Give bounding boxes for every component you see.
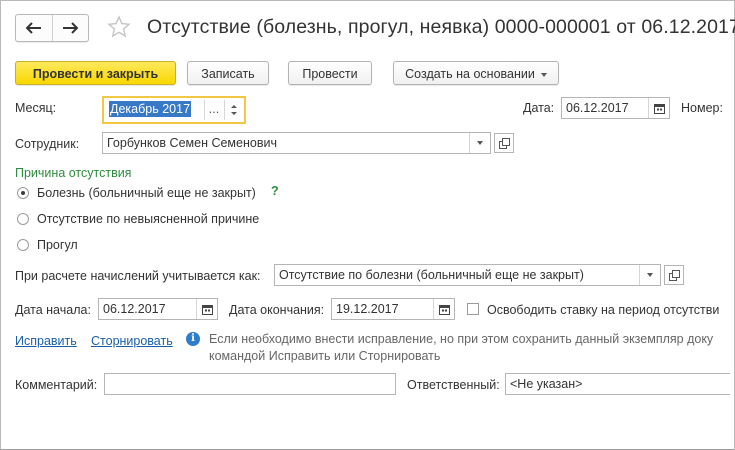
arrow-right-icon (63, 22, 79, 34)
end-date-value: 19.12.2017 (336, 302, 399, 316)
comment-label: Комментарий: (15, 378, 98, 392)
accrual-dropdown-button[interactable] (639, 265, 660, 285)
month-spinner[interactable] (224, 100, 243, 120)
post-and-close-button[interactable]: Провести и закрыть (15, 61, 176, 85)
month-field[interactable]: Декабрь 2017 ... (102, 96, 246, 124)
document-title: Отсутствие (болезнь, прогул, неявка) 000… (147, 16, 735, 38)
info-text-line1: Если необходимо внести исправление, но п… (209, 332, 714, 346)
month-value: Декабрь 2017 (109, 101, 192, 117)
accrual-value: Отсутствие по болезни (больничный еще не… (279, 268, 584, 282)
comment-field[interactable] (104, 373, 396, 395)
employee-dropdown-button[interactable] (469, 133, 490, 153)
month-label: Месяц: (15, 101, 57, 115)
number-label: Номер: (681, 101, 723, 115)
info-icon: i (186, 332, 200, 346)
reason-header: Причина отсутствия (15, 166, 132, 180)
date-value: 06.12.2017 (566, 101, 629, 115)
start-calendar-button[interactable] (196, 299, 217, 319)
reason-radio-truancy[interactable] (17, 239, 29, 251)
accrual-field[interactable]: Отсутствие по болезни (больничный еще не… (274, 264, 661, 286)
reason-label-truancy: Прогул (37, 238, 78, 252)
date-label: Дата: (523, 101, 555, 115)
chevron-down-icon (540, 72, 547, 77)
reason-radio-sick[interactable] (17, 187, 29, 199)
star-icon[interactable] (107, 15, 131, 39)
storno-link[interactable]: Сторнировать (91, 334, 173, 348)
month-select-button[interactable]: ... (204, 100, 223, 120)
dropdown-icon (647, 273, 653, 277)
create-based-on-label: Создать на основании (405, 67, 535, 81)
accrual-open-button[interactable] (664, 265, 684, 285)
spinner-icon (231, 105, 237, 115)
start-date-field[interactable]: 06.12.2017 (98, 298, 218, 320)
create-based-on-button[interactable]: Создать на основании (393, 61, 559, 85)
end-date-label: Дата окончания: (229, 303, 325, 317)
employee-open-button[interactable] (494, 133, 514, 153)
release-rate-label: Освободить ставку на период отсутстви (487, 303, 720, 317)
calendar-icon (201, 304, 213, 315)
open-form-icon (668, 269, 680, 281)
help-button[interactable]: ? (271, 184, 279, 198)
employee-label: Сотрудник: (15, 137, 80, 151)
employee-value: Горбунков Семен Семенович (107, 136, 277, 150)
document-window: Отсутствие (болезнь, прогул, неявка) 000… (0, 0, 735, 450)
employee-field[interactable]: Горбунков Семен Семенович (102, 132, 491, 154)
open-form-icon (498, 137, 510, 149)
nav-buttons (15, 14, 89, 42)
forward-button[interactable] (51, 15, 89, 41)
calendar-button[interactable] (648, 98, 669, 118)
responsible-field[interactable]: <Не указан> (505, 373, 730, 395)
save-button[interactable]: Записать (187, 61, 269, 85)
info-text-line2: командой Исправить или Сторнировать (209, 349, 441, 363)
calendar-icon (438, 304, 450, 315)
start-date-value: 06.12.2017 (103, 302, 166, 316)
dropdown-icon (477, 141, 483, 145)
start-date-label: Дата начала: (15, 303, 91, 317)
end-date-field[interactable]: 19.12.2017 (331, 298, 455, 320)
date-field[interactable]: 06.12.2017 (561, 97, 670, 119)
responsible-value: <Не указан> (510, 377, 583, 391)
back-button[interactable] (16, 15, 52, 41)
release-rate-checkbox[interactable] (467, 303, 479, 315)
reason-radio-unknown[interactable] (17, 213, 29, 225)
end-calendar-button[interactable] (433, 299, 454, 319)
reason-label-unknown: Отсутствие по невыясненной причине (37, 212, 260, 226)
responsible-label: Ответственный: (407, 378, 500, 392)
arrow-left-icon (25, 22, 41, 34)
accrual-label: При расчете начислений учитывается как: (15, 269, 261, 283)
reason-label-sick: Болезнь (больничный еще не закрыт) (37, 186, 256, 200)
fix-link[interactable]: Исправить (15, 334, 77, 348)
calendar-icon (653, 103, 665, 114)
post-button[interactable]: Провести (288, 61, 372, 85)
